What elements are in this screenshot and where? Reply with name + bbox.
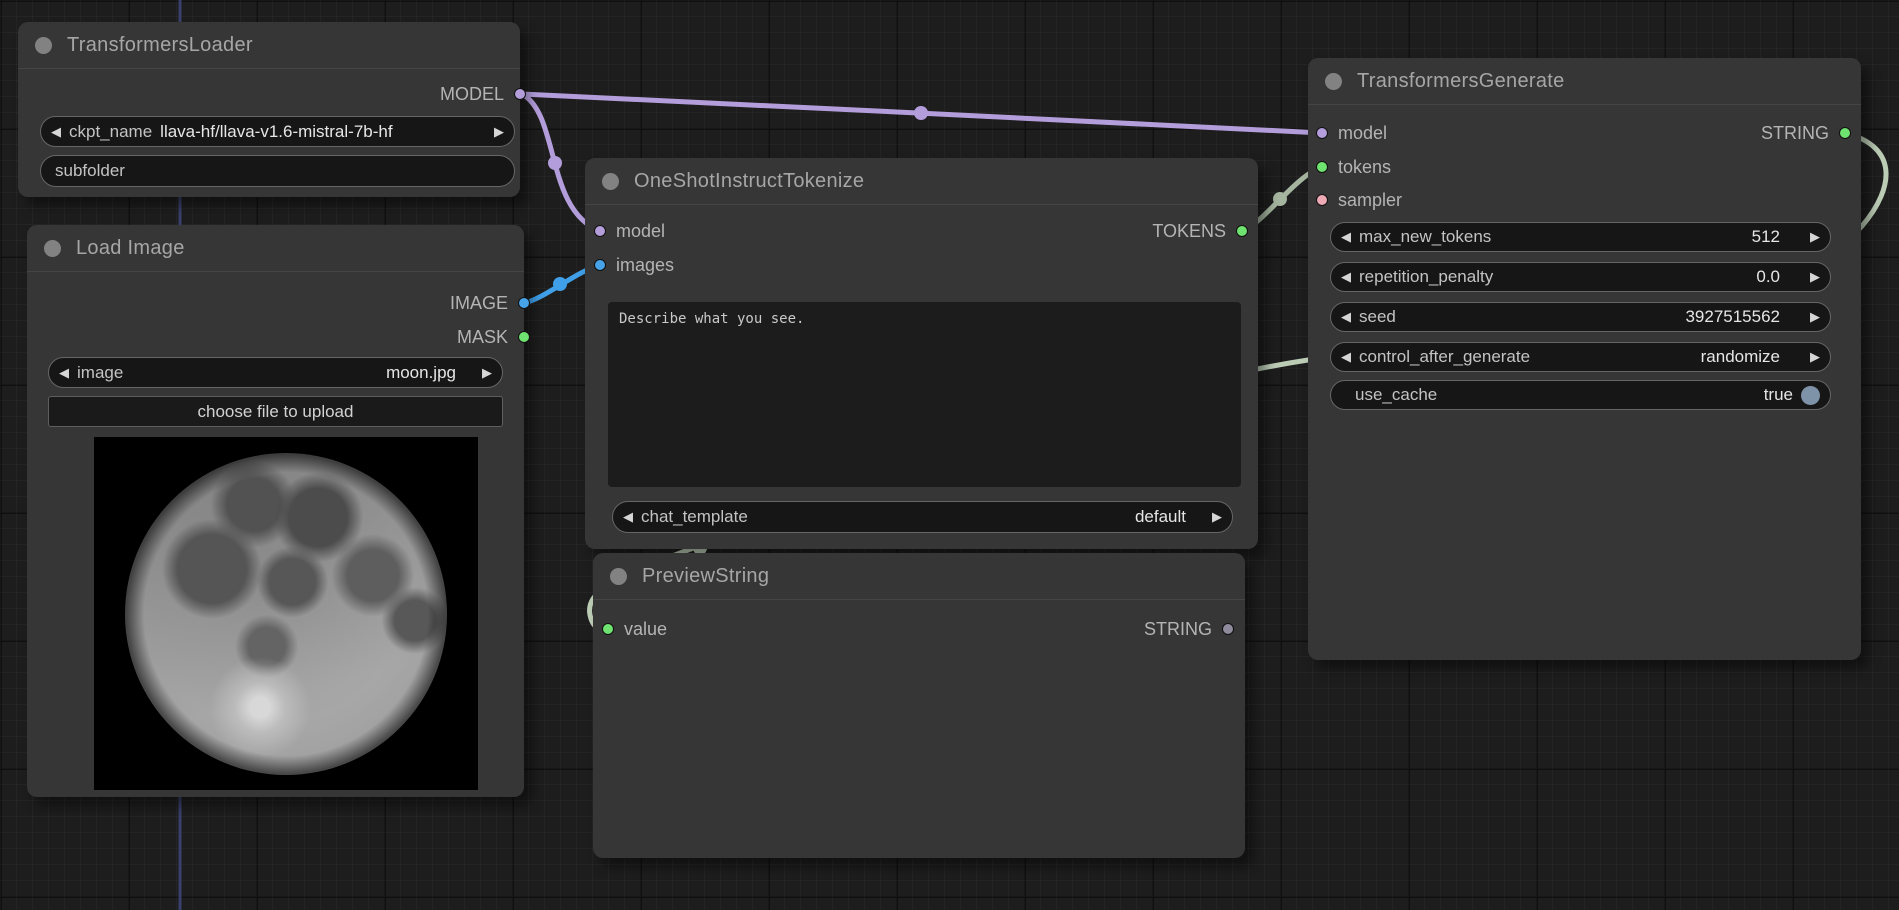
input-label: tokens [1338,157,1391,178]
output-label: IMAGE [450,293,508,314]
widget-max-new-tokens[interactable]: ◀ max_new_tokens 512 ▶ [1330,222,1831,252]
output-label: STRING [1144,619,1212,640]
image-preview [94,437,478,790]
link-dot [1273,192,1287,206]
input-port-images[interactable] [594,259,606,271]
link-model-to-generate [522,94,1322,133]
widget-use-cache[interactable]: use_cache true [1330,380,1831,410]
output-port-mask[interactable] [518,331,530,343]
output-slot-model[interactable]: MODEL [440,80,526,108]
prev-arrow-icon[interactable]: ◀ [1341,349,1351,365]
input-label: sampler [1338,190,1402,211]
next-arrow-icon[interactable]: ▶ [1810,229,1820,245]
widget-control-after-generate[interactable]: ◀ control_after_generate randomize ▶ [1330,342,1831,372]
node-load-image[interactable]: Load Image IMAGE MASK ◀ image moon.jpg ▶… [27,225,524,797]
widget-seed[interactable]: ◀ seed 3927515562 ▶ [1330,302,1831,332]
widget-image-select[interactable]: ◀ image moon.jpg ▶ [48,357,503,388]
output-label: STRING [1761,123,1829,144]
next-arrow-icon[interactable]: ▶ [1810,349,1820,365]
input-slot-tokens[interactable]: tokens [1316,153,1391,181]
input-port-model[interactable] [1316,127,1328,139]
input-port-value[interactable] [602,623,614,635]
input-port-model[interactable] [594,225,606,237]
node-transformers-generate[interactable]: TransformersGenerate model tokens sample… [1308,58,1861,660]
output-slot-tokens[interactable]: TOKENS [1152,217,1248,245]
next-arrow-icon[interactable]: ▶ [482,365,492,381]
widget-ckpt-name[interactable]: ◀ ckpt_name llava-hf/llava-v1.6-mistral-… [40,116,515,147]
link-dot [914,106,928,120]
link-dot [553,277,567,291]
node-preview-string[interactable]: PreviewString value STRING [593,553,1245,858]
next-arrow-icon[interactable]: ▶ [1810,269,1820,285]
prompt-textarea[interactable]: Describe what you see. [608,302,1241,487]
next-arrow-icon[interactable]: ▶ [1810,309,1820,325]
output-slot-string[interactable]: STRING [1761,119,1851,147]
input-label: model [1338,123,1387,144]
input-port-tokens[interactable] [1316,161,1328,173]
input-label: images [616,255,674,276]
input-label: model [616,221,665,242]
output-port-string[interactable] [1839,127,1851,139]
node-transformers-loader[interactable]: TransformersLoader MODEL ◀ ckpt_name lla… [18,22,520,197]
node-title: OneShotInstructTokenize [634,170,864,193]
output-port-model[interactable] [514,88,526,100]
input-label: value [624,619,667,640]
link-dot [548,156,562,170]
output-slot-image[interactable]: IMAGE [450,289,530,317]
node-title: TransformersLoader [67,34,253,57]
output-slot-mask[interactable]: MASK [457,323,530,351]
node-collapse-dot[interactable] [610,568,627,585]
node-oneshot-instruct-tokenize[interactable]: OneShotInstructTokenize model images TOK… [585,158,1258,549]
node-collapse-dot[interactable] [1325,73,1342,90]
output-label: TOKENS [1152,221,1226,242]
node-collapse-dot[interactable] [35,37,52,54]
next-arrow-icon[interactable]: ▶ [1212,509,1222,525]
prev-arrow-icon[interactable]: ◀ [1341,229,1351,245]
input-slot-sampler[interactable]: sampler [1316,186,1402,214]
widget-chat-template[interactable]: ◀ chat_template default ▶ [612,501,1233,533]
prev-arrow-icon[interactable]: ◀ [51,124,61,140]
output-port-image[interactable] [518,297,530,309]
node-collapse-dot[interactable] [44,240,61,257]
node-collapse-dot[interactable] [602,173,619,190]
node-title: PreviewString [642,565,769,588]
prev-arrow-icon[interactable]: ◀ [59,365,69,381]
node-title: Load Image [76,237,185,260]
use-cache-toggle[interactable] [1801,386,1820,405]
input-slot-value[interactable]: value [602,615,667,643]
widget-subfolder[interactable]: subfolder [40,155,515,187]
input-port-sampler[interactable] [1316,194,1328,206]
prev-arrow-icon[interactable]: ◀ [623,509,633,525]
node-title: TransformersGenerate [1357,70,1565,93]
prev-arrow-icon[interactable]: ◀ [1341,309,1351,325]
output-port-tokens[interactable] [1236,225,1248,237]
input-slot-images[interactable]: images [594,251,674,279]
output-port-string[interactable] [1222,623,1234,635]
input-slot-model[interactable]: model [1316,119,1387,147]
moon-image [125,453,447,775]
widget-repetition-penalty[interactable]: ◀ repetition_penalty 0.0 ▶ [1330,262,1831,292]
choose-file-button[interactable]: choose file to upload [48,396,503,427]
input-slot-model[interactable]: model [594,217,665,245]
output-label: MODEL [440,84,504,105]
node-graph-canvas[interactable]: TransformersLoader MODEL ◀ ckpt_name lla… [0,0,1899,910]
prev-arrow-icon[interactable]: ◀ [1341,269,1351,285]
output-slot-string[interactable]: STRING [1144,615,1234,643]
output-label: MASK [457,327,508,348]
next-arrow-icon[interactable]: ▶ [494,124,504,140]
